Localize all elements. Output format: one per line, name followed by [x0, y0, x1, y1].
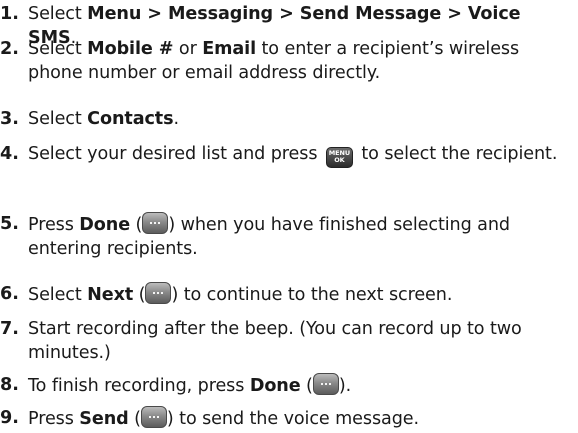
text-run: Select your desired list and press [28, 144, 323, 164]
soft-key-icon [140, 406, 167, 428]
step-5: 5. Press Done () when you have finished … [0, 212, 574, 261]
step-number: 5. [0, 214, 19, 234]
text-run: . [173, 109, 180, 129]
text-run: Start recording after the beep. (You can… [28, 319, 522, 363]
text-run: Select [28, 4, 88, 24]
text-run: Press [28, 409, 80, 429]
text-run: ( [130, 215, 143, 235]
instruction-steps: 1. Select Menu > Messaging > Send Messag… [0, 0, 578, 433]
text-run: to select the recipient. [355, 144, 558, 164]
step-text: Select Next ( ) to continue to the next s… [28, 282, 574, 307]
step-number: 4. [0, 144, 19, 164]
step-number: 2. [0, 39, 19, 59]
text-run: Press [28, 215, 80, 235]
option-mobile: Mobile # [87, 39, 174, 59]
option-email: Email [202, 39, 257, 59]
text-run: To finish recording, press [28, 376, 250, 396]
step-3: 3. Select Contacts. [0, 107, 574, 131]
step-7: 7. Start recording after the beep. (You … [0, 317, 574, 365]
text-run: ( [300, 376, 313, 396]
step-text: To finish recording, press Done (). [28, 373, 574, 398]
text-run: Select [28, 109, 88, 129]
menu-ok-key-icon: MENU OK [325, 147, 353, 168]
text-run: ( [128, 409, 141, 429]
softkey-next-label: Next [87, 285, 134, 305]
step-number: 3. [0, 109, 19, 129]
step-text: Select Contacts. [28, 107, 574, 131]
step-8: 8. To finish recording, press Done (). [0, 373, 574, 398]
soft-key-icon [142, 212, 169, 234]
text-run: ) to continue to the next screen. [171, 285, 453, 305]
text-run: ) to send the voice message. [166, 409, 419, 429]
step-number: 6. [0, 284, 19, 304]
softkey-done-label: Done [249, 376, 301, 396]
step-9: 9. Press Send ( ) to send the voice messa… [0, 406, 574, 431]
text-run: ( [133, 285, 146, 305]
softkey-send-label: Send [79, 409, 129, 429]
step-text: Start recording after the beep. (You can… [28, 317, 574, 365]
option-contacts: Contacts [87, 109, 174, 129]
text-run: Select [28, 285, 88, 305]
softkey-done-label: Done [79, 215, 131, 235]
step-number: 7. [0, 319, 19, 339]
step-number: 1. [0, 4, 19, 24]
step-number: 8. [0, 375, 19, 395]
step-text: Select Mobile # or Email to enter a reci… [28, 37, 574, 85]
step-6: 6. Select Next ( ) to continue to the nex… [0, 282, 574, 307]
text-run: Select [28, 39, 88, 59]
step-text: Select your desired list and press MENU O… [28, 142, 574, 168]
soft-key-icon [312, 373, 339, 395]
step-text: Press Send ( ) to send the voice message. [28, 406, 574, 431]
step-text: Press Done () when you have finished sel… [28, 212, 574, 261]
text-run: ). [338, 376, 352, 396]
key-label-bottom: OK [334, 156, 345, 164]
step-4: 4. Select your desired list and press ME… [0, 142, 574, 168]
step-number: 9. [0, 408, 19, 428]
step-2: 2. Select Mobile # or Email to enter a r… [0, 37, 574, 85]
text-run: or [173, 39, 203, 59]
soft-key-icon [145, 282, 172, 304]
